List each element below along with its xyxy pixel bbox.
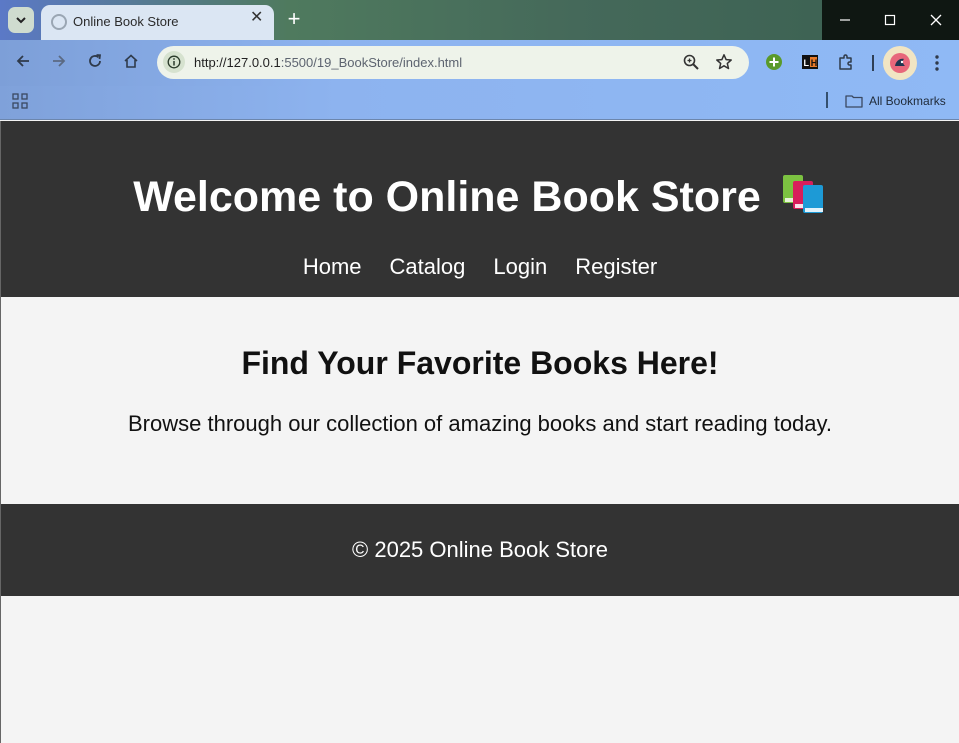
bookmarks-separator xyxy=(826,92,828,108)
books-icon xyxy=(781,172,827,227)
site-title-heading: Welcome to Online Book Store xyxy=(1,172,959,227)
chevron-down-icon xyxy=(16,17,26,24)
plus-circle-icon xyxy=(766,54,782,70)
puzzle-icon xyxy=(839,54,852,70)
browser-tab-active[interactable]: Online Book Store ✕ xyxy=(41,5,274,40)
home-icon xyxy=(124,54,138,68)
home-button[interactable] xyxy=(121,53,141,73)
close-window-button[interactable] xyxy=(913,0,958,40)
close-icon xyxy=(930,14,941,26)
url-path: :5500/19_BookStore/index.html xyxy=(280,55,463,70)
info-icon xyxy=(167,55,181,69)
bookmark-star-button[interactable] xyxy=(715,53,735,73)
site-nav: Home Catalog Login Register xyxy=(1,254,959,280)
nav-home-link[interactable]: Home xyxy=(303,254,362,280)
globe-icon xyxy=(51,14,67,30)
extensions-button[interactable] xyxy=(837,53,857,73)
maximize-icon xyxy=(884,14,895,26)
nav-catalog-link[interactable]: Catalog xyxy=(390,254,466,280)
site-header: Welcome to Online Book Store Home Catalo… xyxy=(1,121,959,297)
bookmarks-bar: All Bookmarks xyxy=(0,86,959,120)
nav-register-link[interactable]: Register xyxy=(575,254,657,280)
zoom-icon xyxy=(683,54,699,70)
extension-lh-button[interactable]: LH xyxy=(801,53,821,73)
hero-title: Find Your Favorite Books Here! xyxy=(241,345,719,381)
arrow-right-icon xyxy=(53,55,66,67)
all-bookmarks-button[interactable]: All Bookmarks xyxy=(845,92,946,110)
address-bar[interactable]: http://127.0.0.1:5500/19_BookStore/index… xyxy=(157,46,749,79)
apps-grid-icon xyxy=(12,93,28,109)
forward-button[interactable] xyxy=(49,53,69,73)
reload-button[interactable] xyxy=(85,53,105,73)
site-info-button[interactable] xyxy=(163,51,185,73)
browser-titlebar: Online Book Store ✕ + xyxy=(0,0,959,40)
zoom-button[interactable] xyxy=(682,53,702,73)
web-page: Welcome to Online Book Store Home Catalo… xyxy=(0,121,959,743)
apps-button[interactable] xyxy=(12,93,30,111)
star-icon xyxy=(716,54,732,70)
svg-text:L: L xyxy=(804,58,810,68)
all-bookmarks-label: All Bookmarks xyxy=(869,94,946,108)
extension-green-button[interactable] xyxy=(765,53,785,73)
browser-toolbar: http://127.0.0.1:5500/19_BookStore/index… xyxy=(0,40,959,86)
minimize-icon xyxy=(839,19,850,21)
lighthouse-icon: LH xyxy=(802,55,818,69)
arrow-left-icon xyxy=(16,55,29,67)
profile-button[interactable] xyxy=(883,46,917,80)
toolbar-separator xyxy=(872,55,874,71)
maximize-button[interactable] xyxy=(867,0,912,40)
url-text: http://127.0.0.1:5500/19_BookStore/index… xyxy=(194,55,462,70)
hero-text: Browse through our collection of amazing… xyxy=(128,411,832,436)
svg-text:H: H xyxy=(811,58,818,68)
kebab-menu-icon xyxy=(935,55,939,71)
url-host: http://127.0.0.1 xyxy=(194,55,281,70)
new-tab-button[interactable]: + xyxy=(283,8,305,30)
nav-login-link[interactable]: Login xyxy=(493,254,547,280)
minimize-button[interactable] xyxy=(822,0,867,40)
tab-search-button[interactable] xyxy=(8,7,34,33)
reload-icon xyxy=(89,54,102,67)
folder-icon xyxy=(845,95,863,108)
site-title: Welcome to Online Book Store xyxy=(133,172,761,221)
avatar-icon xyxy=(890,53,910,73)
footer-copyright: © 2025 Online Book Store xyxy=(352,537,608,562)
back-button[interactable] xyxy=(13,53,33,73)
browser-menu-button[interactable] xyxy=(929,53,945,73)
site-footer: © 2025 Online Book Store xyxy=(1,504,959,596)
tab-title: Online Book Store xyxy=(73,14,179,29)
close-tab-icon[interactable]: ✕ xyxy=(250,10,264,26)
